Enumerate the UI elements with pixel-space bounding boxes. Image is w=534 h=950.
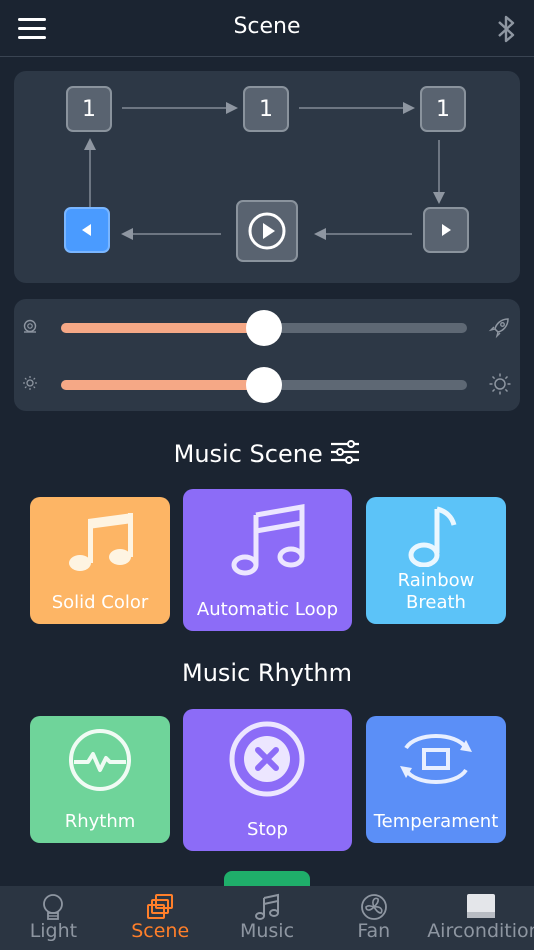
arrow-left-2 (121, 228, 221, 240)
brightness-slider-row (14, 364, 520, 404)
nav-scene-label: Scene (131, 920, 190, 942)
page-title: Scene (233, 14, 301, 39)
single-note-icon (408, 506, 457, 567)
arrow-right-2 (299, 102, 415, 114)
brightness-slider-fill (61, 380, 264, 390)
rainbow-breath-label: Rainbow Breath (397, 570, 475, 613)
nav-light-label: Light (29, 920, 78, 942)
speed-slider-knob[interactable] (246, 310, 282, 346)
automatic-loop-label: Automatic Loop (196, 599, 339, 620)
solid-color-label: Solid Color (51, 592, 149, 613)
nav-aircondition[interactable]: Aircondition (427, 886, 534, 950)
nav-fan[interactable]: Fan (320, 886, 427, 950)
solid-color-tile[interactable]: Solid Color (30, 497, 170, 624)
nav-light[interactable]: Light (0, 886, 107, 950)
play-circle-icon (248, 212, 286, 250)
stop-x-icon (229, 721, 305, 797)
fan-icon (360, 894, 387, 920)
snail-icon (23, 319, 37, 333)
arrow-down (433, 140, 445, 204)
stop-label: Stop (247, 819, 288, 840)
music-scene-title: Music Scene (0, 440, 534, 468)
sequence-step-1[interactable]: 1 (66, 86, 112, 132)
nav-scene[interactable]: Scene (107, 886, 214, 950)
previous-button[interactable] (64, 207, 110, 253)
music-note-icon (69, 513, 133, 571)
right-triangle-icon (442, 224, 451, 236)
temperament-tile[interactable]: Temperament (366, 716, 506, 843)
bluetooth-icon[interactable] (496, 14, 518, 44)
music-rhythm-title: Music Rhythm (181, 659, 352, 687)
nav-music[interactable]: Music (214, 886, 321, 950)
rainbow-breath-tile[interactable]: Rainbow Breath (366, 497, 506, 624)
speed-slider[interactable] (61, 310, 467, 346)
cycle-icon (400, 734, 472, 784)
slider-panel (14, 299, 520, 411)
nav-fan-label: Fan (357, 920, 391, 942)
sequence-panel: 1 1 1 (14, 71, 520, 283)
rhythm-label: Rhythm (64, 811, 136, 832)
play-button[interactable] (236, 200, 298, 262)
automatic-loop-tile[interactable]: Automatic Loop (183, 489, 352, 631)
rhythm-tile[interactable]: Rhythm (30, 716, 170, 843)
nav-music-label: Music (239, 920, 295, 942)
arrow-left-1 (314, 228, 412, 240)
layers-icon (147, 894, 174, 919)
bottom-nav: Light Scene Music Fan Aircondition (0, 886, 534, 950)
speed-slider-row (14, 307, 520, 347)
left-triangle-icon (82, 224, 91, 236)
arrow-right-1 (122, 102, 238, 114)
next-button[interactable] (423, 207, 469, 253)
sequence-step-3[interactable]: 1 (420, 86, 466, 132)
pulse-icon (69, 729, 131, 791)
stop-tile[interactable]: Stop (183, 709, 352, 851)
bulb-icon (43, 894, 64, 920)
aircon-icon (466, 894, 495, 918)
app-header: Scene (0, 0, 534, 57)
sun-small-icon (23, 376, 37, 390)
brightness-slider-knob[interactable] (246, 367, 282, 403)
music-notes-icon (231, 504, 305, 576)
sun-large-icon (489, 373, 511, 395)
temperament-label: Temperament (373, 811, 499, 832)
sliders-icon[interactable] (330, 440, 360, 464)
music-scene-label: Music Scene (173, 440, 323, 468)
sequence-step-2[interactable]: 1 (243, 86, 289, 132)
rocket-icon (488, 318, 509, 339)
brightness-slider[interactable] (61, 367, 467, 403)
music-icon (254, 893, 279, 920)
nav-aircondition-label: Aircondition (427, 920, 534, 942)
speed-slider-fill (61, 323, 264, 333)
arrow-up (84, 138, 96, 208)
